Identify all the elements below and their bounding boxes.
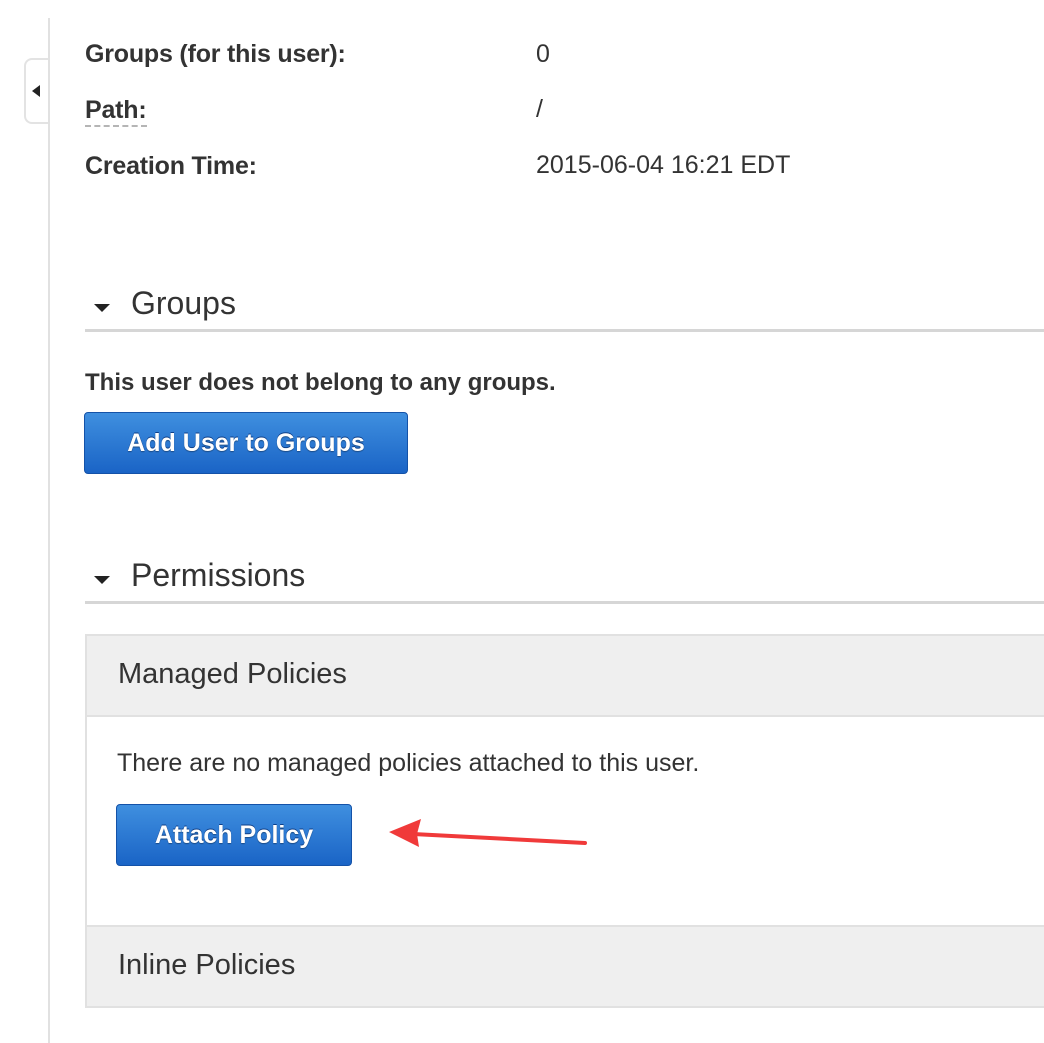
- groups-count-value: 0: [536, 40, 550, 68]
- collapse-left-icon: [32, 85, 40, 97]
- collapse-panel-button[interactable]: [24, 58, 48, 124]
- inline-policies-header[interactable]: Inline Policies: [87, 925, 1044, 1006]
- creation-time-label: Creation Time:: [85, 152, 257, 180]
- creation-time-value: 2015-06-04 16:21 EDT: [536, 151, 791, 179]
- caret-down-icon[interactable]: [94, 304, 110, 312]
- inline-policies-title: Inline Policies: [118, 949, 296, 981]
- path-label[interactable]: Path:: [85, 96, 147, 127]
- add-user-to-groups-button[interactable]: Add User to Groups: [84, 412, 408, 474]
- path-label-row: Path:: [85, 96, 147, 127]
- path-value: /: [536, 95, 543, 123]
- permissions-section-title: Permissions: [131, 557, 306, 593]
- red-arrow-annotation: [389, 819, 587, 847]
- attach-policy-button[interactable]: Attach Policy: [116, 804, 352, 866]
- no-managed-policies-message: There are no managed policies attached t…: [117, 749, 700, 777]
- no-groups-message: This user does not belong to any groups.: [85, 369, 556, 396]
- caret-down-icon[interactable]: [94, 576, 110, 584]
- user-summary-page: Groups (for this user): 0 Path: / Creati…: [0, 0, 1044, 1043]
- left-rail-divider: [48, 18, 50, 1043]
- permissions-section-header[interactable]: Permissions: [85, 557, 1044, 604]
- managed-policies-title: Managed Policies: [118, 658, 347, 690]
- groups-section-title: Groups: [131, 285, 236, 321]
- groups-section-header[interactable]: Groups: [85, 285, 1044, 332]
- managed-policies-header[interactable]: Managed Policies: [87, 636, 1044, 717]
- groups-count-label: Groups (for this user):: [85, 40, 346, 68]
